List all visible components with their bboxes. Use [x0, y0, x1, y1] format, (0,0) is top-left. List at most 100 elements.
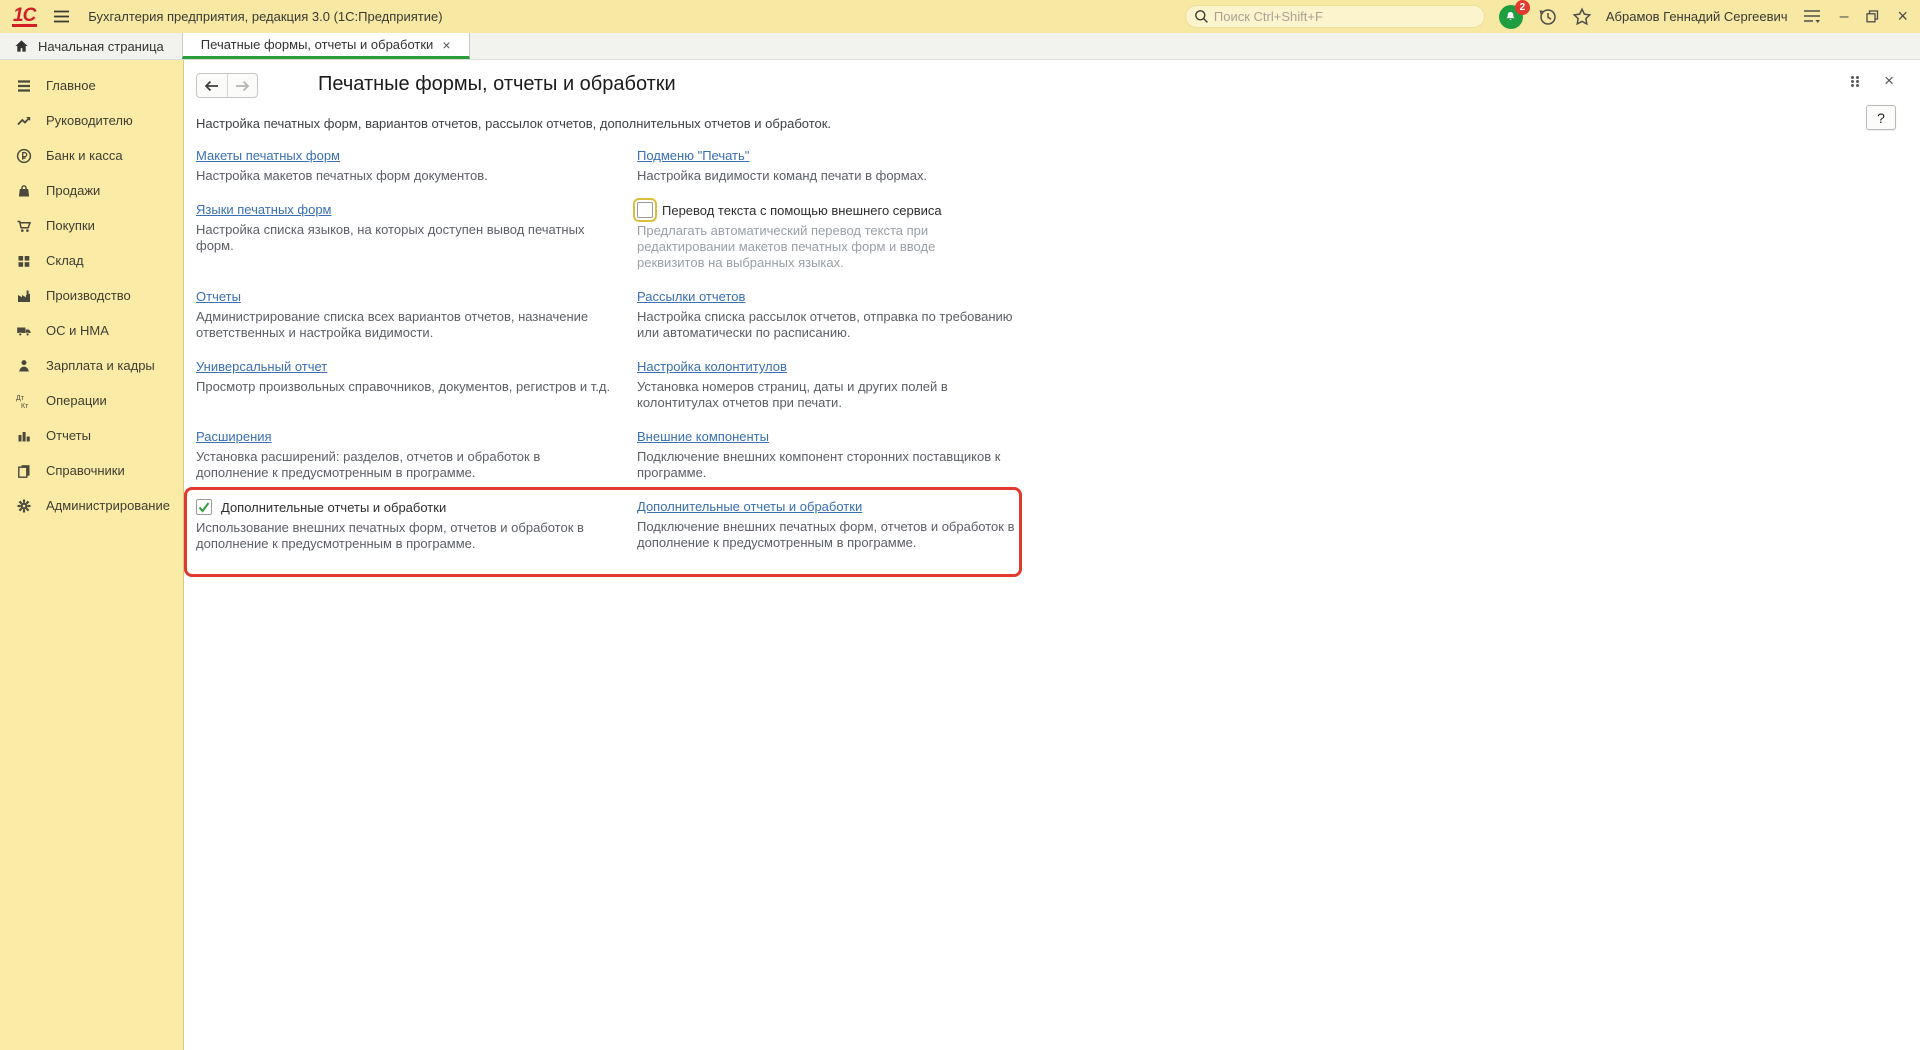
setting-description: Установка номеров страниц, даты и других…	[637, 379, 1033, 411]
sidebar-item-administrirovanie[interactable]: Администрирование	[0, 488, 183, 523]
settings-grid: Макеты печатных форм Настройка макетов п…	[196, 148, 1057, 570]
setting-description: Настройка видимости команд печати в форм…	[637, 168, 1033, 184]
current-user-name[interactable]: Абрамов Геннадий Сергеевич	[1606, 9, 1788, 24]
setting-description: Подключение внешних компонент сторонних …	[637, 449, 1033, 481]
setting-nastrojka-kolontitulov: Настройка колонтитулов Установка номеров…	[637, 359, 1057, 411]
menu-lines-icon	[15, 78, 33, 94]
tab-label: Печатные формы, отчеты и обработки	[201, 37, 434, 52]
search-icon	[1194, 9, 1209, 24]
service-menu-icon[interactable]	[1802, 8, 1822, 25]
setting-description: Подключение внешних печатных форм, отчет…	[637, 519, 1033, 551]
setting-perevod-teksta: Перевод текста с помощью внешнего сервис…	[637, 202, 1057, 271]
setting-rasshireniya: Расширения Установка расширений: раздело…	[196, 429, 637, 481]
history-nav	[196, 73, 258, 98]
link-rassylki-otchetov[interactable]: Рассылки отчетов	[637, 289, 745, 304]
gear-icon	[15, 498, 33, 514]
trend-arrow-icon	[15, 113, 33, 129]
setting-vneshnie-komponenty: Внешние компоненты Подключение внешних к…	[637, 429, 1057, 481]
sidebar-item-zarplata-kadry[interactable]: Зарплата и кадры	[0, 348, 183, 383]
sidebar-item-sklad[interactable]: Склад	[0, 243, 183, 278]
notification-badge: 2	[1515, 0, 1530, 15]
shopping-bag-icon	[15, 183, 33, 199]
help-button[interactable]: ?	[1866, 105, 1896, 130]
sidebar-item-otchety[interactable]: Отчеты	[0, 418, 183, 453]
setting-universalnyj-otchet: Универсальный отчет Просмотр произвольны…	[196, 359, 637, 411]
link-dop-otchety-obrabotki[interactable]: Дополнительные отчеты и обработки	[637, 499, 862, 514]
sidebar-item-spravochniki[interactable]: Справочники	[0, 453, 183, 488]
main-menu-icon[interactable]	[53, 9, 70, 24]
window-titlebar: 1С Бухгалтерия предприятия, редакция 3.0…	[0, 0, 1920, 33]
page-subtitle: Настройка печатных форм, вариантов отчет…	[196, 116, 831, 131]
setting-dop-otchety-link: Дополнительные отчеты и обработки Подклю…	[637, 499, 1057, 552]
forward-button[interactable]	[228, 74, 258, 97]
back-button[interactable]	[197, 74, 228, 97]
setting-description: Установка расширений: разделов, отчетов …	[196, 449, 613, 481]
books-icon	[15, 463, 33, 479]
setting-description: Настройка списка языков, на которых дост…	[196, 222, 613, 254]
minimize-button[interactable]: –	[1840, 8, 1849, 26]
truck-icon	[15, 323, 33, 339]
1c-logo-icon: 1С	[12, 7, 37, 27]
link-vneshnie-komponenty[interactable]: Внешние компоненты	[637, 429, 769, 444]
checkbox-perevod-teksta[interactable]	[637, 202, 653, 218]
history-icon[interactable]	[1537, 6, 1558, 27]
setting-description: Настройка макетов печатных форм документ…	[196, 168, 613, 184]
restore-button[interactable]	[1866, 10, 1879, 23]
debit-credit-icon: ДтКт	[15, 393, 33, 409]
more-actions-icon[interactable]	[1851, 76, 1860, 87]
sidebar-item-os-nma[interactable]: ОС и НМА	[0, 313, 183, 348]
factory-icon	[15, 288, 33, 304]
link-makety-pechatnyh-form[interactable]: Макеты печатных форм	[196, 148, 340, 163]
sidebar-item-operacii[interactable]: ДтКт Операции	[0, 383, 183, 418]
checkbox-dop-otchety[interactable]	[196, 499, 212, 515]
tab-print-forms[interactable]: Печатные формы, отчеты и обработки ×	[182, 33, 470, 59]
print-forms-settings-page: Печатные формы, отчеты и обработки × ? Н…	[185, 60, 1920, 1050]
setting-description: Настройка списка рассылок отчетов, отпра…	[637, 309, 1033, 341]
setting-rassylki-otchetov: Рассылки отчетов Настройка списка рассыл…	[637, 289, 1057, 341]
svg-text:Дт: Дт	[16, 395, 25, 402]
tab-label: Начальная страница	[38, 39, 164, 54]
link-yazyki-pechatnyh-form[interactable]: Языки печатных форм	[196, 202, 332, 217]
sidebar-item-bank-kassa[interactable]: Банк и касса	[0, 138, 183, 173]
sidebar-item-glavnoe[interactable]: Главное	[0, 68, 183, 103]
bar-chart-icon	[15, 428, 33, 444]
close-page-icon[interactable]: ×	[1884, 71, 1894, 91]
setting-yazyki-pechatnyh-form: Языки печатных форм Настройка списка язы…	[196, 202, 637, 271]
setting-description: Предлагать автоматический перевод текста…	[637, 223, 982, 271]
boxes-grid-icon	[15, 253, 33, 269]
close-window-button[interactable]: ×	[1897, 6, 1908, 27]
sidebar-item-pokupki[interactable]: Покупки	[0, 208, 183, 243]
sidebar-item-prodazhi[interactable]: Продажи	[0, 173, 183, 208]
link-rasshireniya[interactable]: Расширения	[196, 429, 272, 444]
setting-dop-otchety-checkbox: Дополнительные отчеты и обработки Исполь…	[196, 499, 637, 552]
setting-description: Просмотр произвольных справочников, доку…	[196, 379, 613, 395]
global-search[interactable]	[1185, 5, 1485, 28]
checkbox-label[interactable]: Дополнительные отчеты и обработки	[221, 500, 446, 515]
person-icon	[15, 358, 33, 374]
page-title: Печатные формы, отчеты и обработки	[318, 73, 676, 96]
setting-maket-pechatnyh-form: Макеты печатных форм Настройка макетов п…	[196, 148, 637, 184]
link-universalnyj-otchet[interactable]: Универсальный отчет	[196, 359, 327, 374]
setting-podmenu-pechat: Подменю "Печать" Настройка видимости ком…	[637, 148, 1057, 184]
discussions-icon[interactable]: 2	[1499, 5, 1523, 29]
sections-sidebar: Главное Руководителю Банк и касса Продаж…	[0, 60, 184, 1050]
sidebar-item-rukovoditelyu[interactable]: Руководителю	[0, 103, 183, 138]
app-title: Бухгалтерия предприятия, редакция 3.0 (1…	[88, 9, 442, 24]
svg-text:Кт: Кт	[21, 403, 29, 409]
search-input[interactable]	[1214, 9, 1476, 24]
home-icon	[14, 39, 29, 53]
setting-otchety: Отчеты Администрирование списка всех вар…	[196, 289, 637, 341]
setting-description: Администрирование списка всех вариантов …	[196, 309, 613, 341]
close-tab-icon[interactable]: ×	[442, 38, 450, 52]
setting-description: Использование внешних печатных форм, отч…	[196, 520, 613, 552]
sidebar-item-proizvodstvo[interactable]: Производство	[0, 278, 183, 313]
ruble-coin-icon	[15, 148, 33, 164]
link-nastrojka-kolontitulov[interactable]: Настройка колонтитулов	[637, 359, 787, 374]
link-podmenu-pechat[interactable]: Подменю "Печать"	[637, 148, 749, 163]
tab-home-page[interactable]: Начальная страница	[0, 33, 182, 59]
checkbox-label[interactable]: Перевод текста с помощью внешнего сервис…	[662, 203, 942, 218]
link-otchety[interactable]: Отчеты	[196, 289, 241, 304]
shopping-cart-icon	[15, 218, 33, 234]
tab-bar: Начальная страница Печатные формы, отчет…	[0, 33, 1920, 60]
favorites-star-icon[interactable]	[1572, 7, 1592, 27]
